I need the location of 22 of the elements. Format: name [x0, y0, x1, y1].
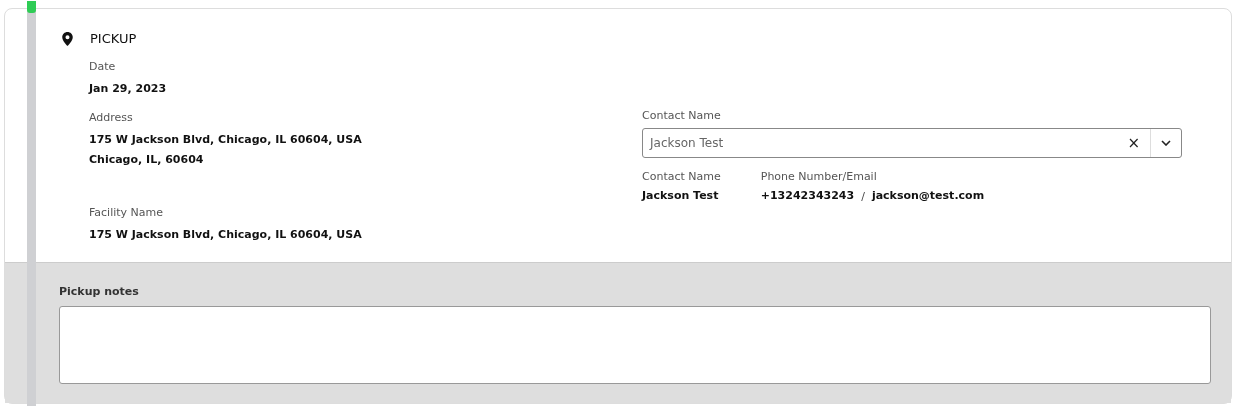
notes-field[interactable] [59, 306, 1211, 384]
location-pin-icon [62, 31, 73, 46]
field-label: Phone Number/Email [760, 170, 878, 184]
email-address: jackson@test.com [871, 188, 985, 204]
field-label: Contact Name [642, 170, 721, 184]
clear-icon[interactable]: × [1117, 134, 1150, 152]
chevron-down-icon[interactable] [1161, 140, 1171, 146]
section-title: PICKUP [90, 31, 137, 46]
contact-select[interactable]: Jackson Test × [642, 128, 1182, 158]
field-value: 175 W Jackson Blvd, Chicago, IL 60604, USA [89, 227, 363, 243]
field-label: Address [89, 111, 134, 125]
field-value: Chicago, IL, 60604 [89, 152, 205, 168]
field-label: Contact Name [642, 109, 722, 123]
field-label: Pickup notes [59, 285, 140, 298]
field-value: Jackson Test [642, 188, 720, 204]
field-value: 175 W Jackson Blvd, Chicago, IL 60604, USA [89, 132, 363, 148]
phone-number: +13242343243 [760, 188, 855, 204]
field-label: Facility Name [89, 206, 165, 220]
separator: / [861, 189, 865, 203]
field-label: Date [89, 60, 117, 74]
progress-marker [27, 1, 36, 13]
field-value: Jan 29, 2023 [89, 81, 168, 97]
